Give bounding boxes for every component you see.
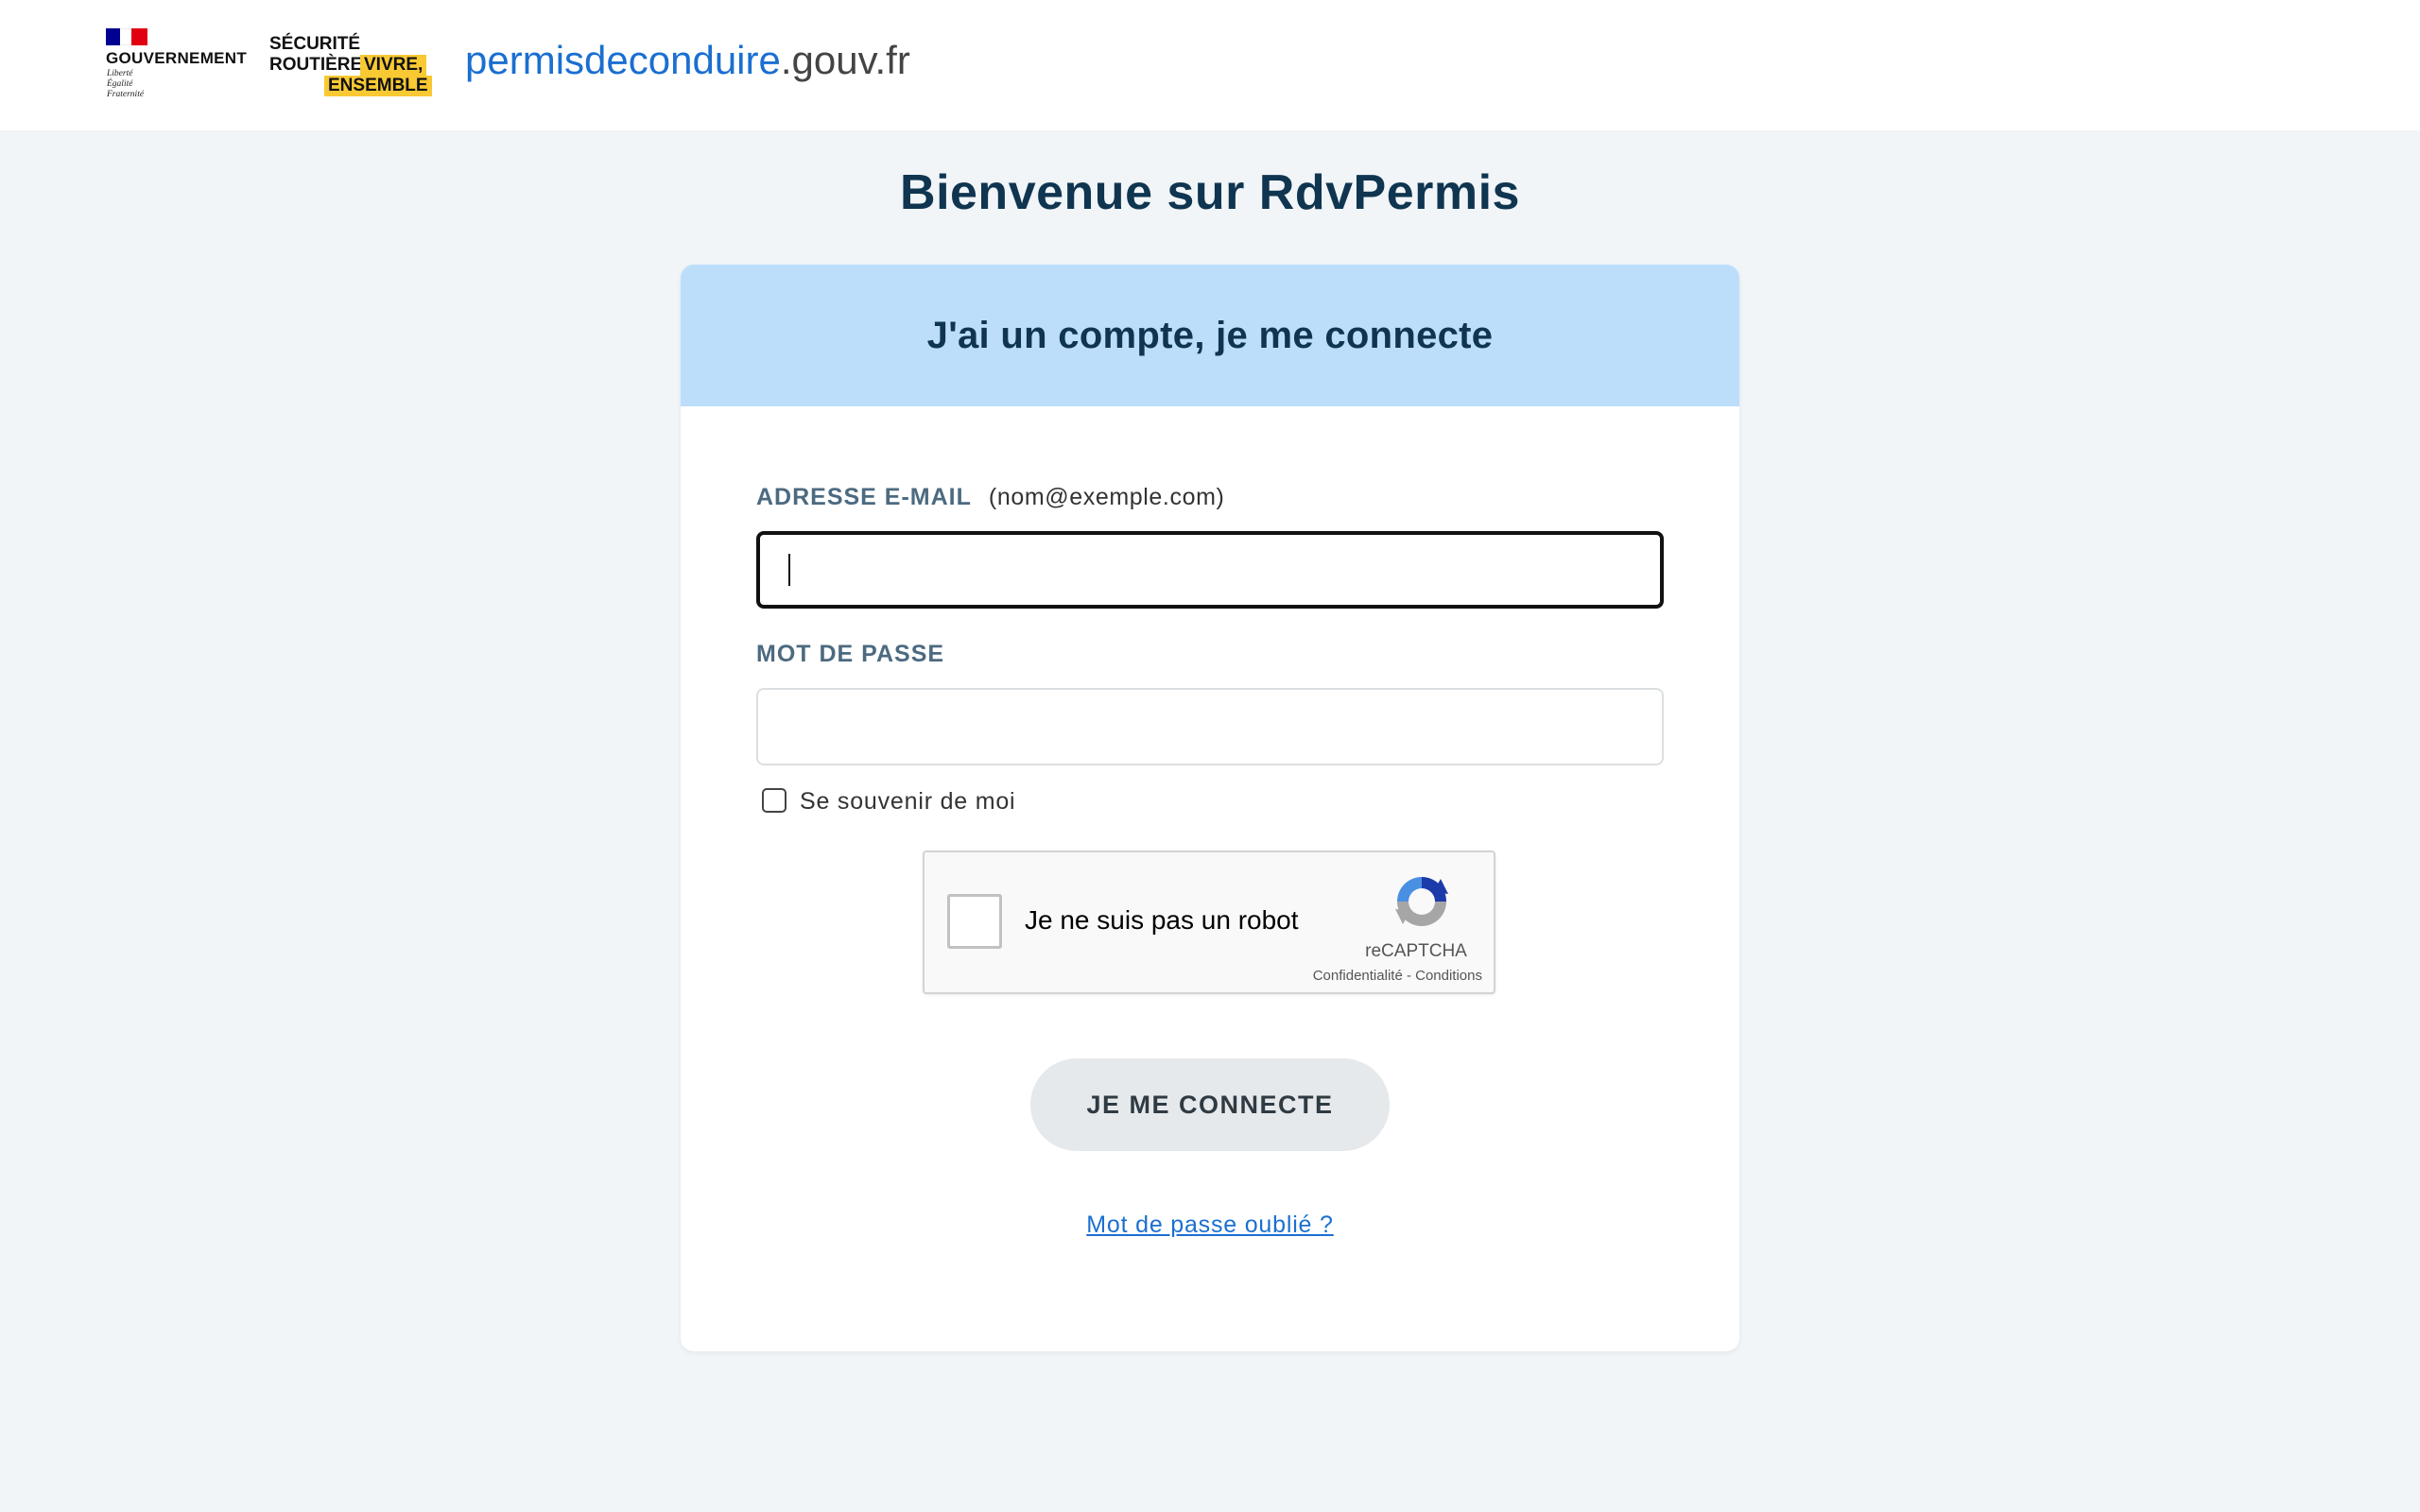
securite-routiere-logo[interactable]: SÉCURITÉ ROUTIÈRE VIVRE, ENSEMBLE <box>269 34 432 96</box>
sr-logo-badge2: ENSEMBLE <box>324 76 432 96</box>
remember-me-label[interactable]: Se souvenir de moi <box>800 788 1015 816</box>
recaptcha-label: Je ne suis pas un robot <box>1025 905 1299 935</box>
gouvernement-logo[interactable]: GOUVERNEMENT Liberté Égalité Fraternité <box>106 28 248 102</box>
login-card-title: J'ai un compte, je me connecte <box>926 314 1494 356</box>
email-field[interactable] <box>756 531 1664 609</box>
french-flag-icon <box>106 28 147 45</box>
site-name-link[interactable]: permisdeconduire.gouv.fr <box>465 38 910 83</box>
text-cursor <box>788 554 790 586</box>
email-label: ADRESSE E-MAIL <box>756 484 972 510</box>
remember-me-checkbox[interactable] <box>762 787 786 813</box>
sr-logo-badge1: VIVRE, <box>360 55 427 76</box>
republic-motto: Liberté Égalité Fraternité <box>107 69 145 99</box>
password-field[interactable] <box>756 688 1664 765</box>
login-card: J'ai un compte, je me connecte ADRESSE E… <box>681 265 1739 1351</box>
sr-logo-line2: ROUTIÈRE <box>269 55 363 75</box>
page-title: Bienvenue sur RdvPermis <box>900 165 1520 220</box>
site-name-domain: .gouv.fr <box>780 38 910 82</box>
site-name-primary: permisdeconduire <box>465 38 781 82</box>
password-label: MOT DE PASSE <box>756 641 945 667</box>
recaptcha-logo-icon <box>1395 877 1448 926</box>
connect-button[interactable]: JE ME CONNECTE <box>1030 1058 1390 1151</box>
remember-me-row[interactable]: Se souvenir de moi <box>762 784 1015 816</box>
gouvernement-label: GOUVERNEMENT <box>106 49 248 67</box>
email-label-row: ADRESSE E-MAIL (nom@exemple.com) <box>756 484 1224 511</box>
sr-logo-line1: SÉCURITÉ <box>269 34 361 54</box>
forgot-password-link[interactable]: Mot de passe oublié ? <box>681 1211 1739 1239</box>
email-hint: (nom@exemple.com) <box>988 484 1225 510</box>
login-card-header: J'ai un compte, je me connecte <box>681 265 1739 406</box>
recaptcha-privacy-terms-links[interactable]: Confidentialité - Conditions <box>1284 968 1482 984</box>
recaptcha-widget: Je ne suis pas un robot reCAPTCHA Confid… <box>923 850 1495 994</box>
recaptcha-checkbox[interactable] <box>947 894 1002 949</box>
site-header: GOUVERNEMENT Liberté Égalité Fraternité … <box>0 0 2420 130</box>
recaptcha-brand: reCAPTCHA <box>1365 941 1467 961</box>
